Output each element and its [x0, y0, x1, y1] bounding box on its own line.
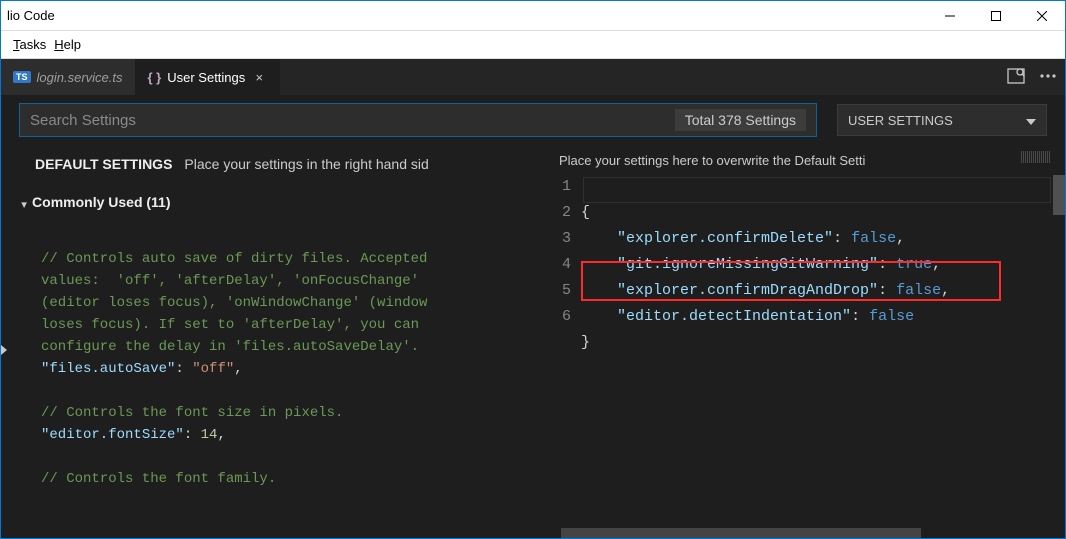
code-key: "editor.detectIndentation" [617, 308, 851, 325]
line-number: 2 [545, 200, 571, 226]
line-gutter: 1 2 3 4 5 6 [545, 174, 581, 382]
split-editor-icon [1007, 68, 1025, 84]
close-icon [1037, 11, 1047, 21]
gutter-chevron-icon[interactable] [1, 345, 7, 355]
code-comment: // Controls the font size in pixels. [41, 405, 343, 421]
window-titlebar: lio Code [1, 1, 1065, 31]
settings-search-input[interactable]: Search Settings Total 378 Settings [19, 103, 817, 137]
line-number: 1 [545, 174, 571, 200]
line-number: 5 [545, 278, 571, 304]
code-value: "off" [192, 361, 234, 377]
code-value: true [896, 256, 932, 273]
code-comment: values: 'off', 'afterDelay', 'onFocusCha… [41, 273, 419, 289]
settings-count-badge: Total 378 Settings [675, 109, 806, 131]
default-settings-hint: Place your settings in the right hand si… [184, 153, 428, 175]
tab-close-button[interactable]: × [251, 70, 267, 85]
code-key: "git.ignoreMissingGitWarning" [617, 256, 878, 273]
window-maximize-button[interactable] [973, 1, 1019, 31]
code-value: 14 [201, 427, 218, 443]
code-comment: configure the delay in 'files.autoSaveDe… [41, 339, 419, 355]
window-title: lio Code [1, 8, 55, 23]
search-placeholder: Search Settings [30, 112, 136, 129]
code-brace: } [581, 334, 590, 351]
code-key: "files.autoSave" [41, 361, 175, 377]
tab-label: login.service.ts [37, 70, 123, 85]
code-comment: loses focus). If set to 'afterDelay', yo… [41, 317, 419, 333]
more-icon [1039, 68, 1057, 84]
typescript-icon: TS [13, 71, 31, 83]
app-body: TS login.service.ts { } User Settings × [1, 59, 1065, 538]
window-minimize-button[interactable] [927, 1, 973, 31]
code-comment: // Controls auto save of dirty files. Ac… [41, 251, 427, 267]
chevron-down-icon [1026, 113, 1036, 128]
code-value: false [869, 308, 914, 325]
tab-user-settings[interactable]: { } User Settings × [136, 59, 281, 95]
tab-login-service[interactable]: TS login.service.ts [1, 59, 136, 95]
code-comment: // Controls the font family. [41, 471, 276, 487]
minimap-overview[interactable] [1021, 151, 1051, 163]
editor-actions [1007, 59, 1057, 95]
menu-bar: Tasks Help [1, 31, 1065, 59]
settings-scope-select[interactable]: USER SETTINGS [837, 104, 1047, 136]
code-key: "explorer.confirmDelete" [617, 230, 833, 247]
menu-help[interactable]: Help [54, 37, 81, 52]
user-settings-hint: Place your settings here to overwrite th… [541, 145, 1065, 174]
code-comment: (editor loses focus), 'onWindowChange' (… [41, 295, 427, 311]
code-key: "explorer.confirmDragAndDrop" [617, 282, 878, 299]
split-editor-button[interactable] [1007, 68, 1025, 87]
tab-label: User Settings [167, 70, 245, 85]
vertical-scrollbar[interactable] [1053, 175, 1065, 538]
window-close-button[interactable] [1019, 1, 1065, 31]
line-number: 6 [545, 304, 571, 330]
default-settings-pane: DEFAULT SETTINGS Place your settings in … [1, 145, 541, 538]
code-value: false [896, 282, 941, 299]
user-settings-editor[interactable]: 1 2 3 4 5 6 { "explorer.confirmDelete": … [541, 174, 1065, 382]
user-settings-pane: Place your settings here to overwrite th… [541, 145, 1065, 538]
code-key: "editor.fontSize" [41, 427, 184, 443]
scrollbar-thumb[interactable] [1053, 175, 1065, 215]
settings-panes: DEFAULT SETTINGS Place your settings in … [1, 145, 1065, 538]
section-commonly-used[interactable]: Commonly Used (11) [1, 183, 541, 226]
more-actions-button[interactable] [1039, 68, 1057, 87]
settings-search-row: Search Settings Total 378 Settings USER … [1, 95, 1065, 145]
horizontal-scrollbar[interactable] [541, 528, 1053, 538]
menu-tasks[interactable]: Tasks [13, 37, 46, 52]
minimize-icon [945, 11, 955, 21]
line-number: 3 [545, 226, 571, 252]
scrollbar-thumb[interactable] [561, 528, 921, 538]
json-braces-icon: { } [148, 70, 162, 85]
editor-tabs: TS login.service.ts { } User Settings × [1, 59, 1065, 95]
code-value: false [851, 230, 896, 247]
line-number: 4 [545, 252, 571, 278]
default-settings-heading: DEFAULT SETTINGS [35, 153, 172, 175]
code-brace: { [581, 204, 590, 221]
code-body[interactable]: { "explorer.confirmDelete": false, "git.… [581, 174, 950, 382]
maximize-icon [991, 11, 1001, 21]
default-settings-code: // Controls auto save of dirty files. Ac… [1, 226, 541, 512]
scope-label: USER SETTINGS [848, 113, 953, 128]
